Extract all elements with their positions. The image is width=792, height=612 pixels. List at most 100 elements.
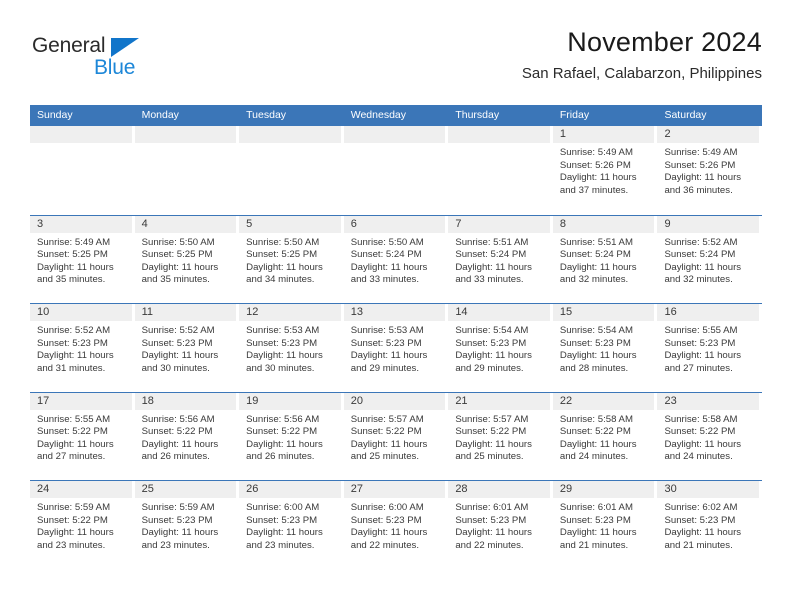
sunrise-text: Sunrise: 5:53 AM bbox=[350, 325, 424, 336]
sunrise-text: Sunrise: 5:50 AM bbox=[246, 236, 320, 248]
calendar-day-cell[interactable]: 20 Sunrise: 5:57 AM Sunset: 5:22 PM Dayligh… bbox=[343, 392, 449, 481]
sunset-text: Sunset: 5:25 PM bbox=[141, 249, 213, 261]
calendar-day-cell[interactable]: 29 Sunrise: 6:01 AM Sunset: 5:23 PM Dayligh… bbox=[552, 481, 658, 569]
daylight-text: Daylight: 11 hours and 25 minutes. bbox=[350, 438, 428, 463]
calendar-day-cell[interactable]: 19 Sunrise: 5:56 AM Sunset: 5:22 PM Dayligh… bbox=[239, 392, 344, 481]
sunrise-text: Sunrise: 5:50 AM bbox=[350, 236, 424, 248]
day-details: Sunrise: 5:53 AM Sunset: 5:23 PM Daylight:… bbox=[344, 321, 446, 375]
calendar-day-cell[interactable]: 13 Sunrise: 5:53 AM Sunset: 5:23 PM Dayligh… bbox=[343, 304, 449, 392]
calendar-day-cell[interactable]: 16 Sunrise: 5:55 AM Sunset: 5:23 PM Dayligh… bbox=[657, 304, 762, 392]
sunset-text: Sunset: 5:23 PM bbox=[141, 337, 213, 349]
day-number: 8 bbox=[552, 215, 655, 233]
day-number: 16 bbox=[657, 304, 760, 321]
calendar-day-cell[interactable]: 8 Sunrise: 5:51 AM Sunset: 5:24 PM Daylight… bbox=[552, 215, 658, 304]
daylight-text: Daylight: 11 hours and 33 minutes. bbox=[350, 261, 428, 286]
daylight-text: Daylight: 11 hours and 23 minutes. bbox=[141, 527, 219, 551]
calendar-day-cell[interactable]: 11 Sunrise: 5:52 AM Sunset: 5:23 PM Dayligh… bbox=[134, 304, 240, 392]
calendar-day-cell[interactable]: 21 Sunrise: 5:57 AM Sunset: 5:22 PM Dayligh… bbox=[448, 392, 553, 481]
day-details: Sunrise: 6:02 AM Sunset: 5:23 PM Daylight:… bbox=[657, 498, 759, 552]
calendar-weeks: 1 Sunrise: 5:49 AM Sunset: 5:26 PM Daylight… bbox=[30, 126, 762, 569]
day-number: 6 bbox=[343, 215, 446, 233]
calendar-day-cell[interactable]: 22 Sunrise: 5:58 AM Sunset: 5:22 PM Dayligh… bbox=[552, 392, 658, 481]
calendar-page: General Blue November 2024 San Rafael, C… bbox=[0, 0, 792, 612]
sunrise-text: Sunrise: 5:49 AM bbox=[37, 236, 111, 248]
day-number: 30 bbox=[657, 481, 760, 498]
day-details: Sunrise: 6:00 AM Sunset: 5:23 PM Daylight:… bbox=[239, 498, 341, 552]
day-number: 7 bbox=[448, 215, 550, 233]
calendar-week-row: 1 Sunrise: 5:49 AM Sunset: 5:26 PM Daylight… bbox=[30, 126, 762, 215]
day-details: Sunrise: 5:50 AM Sunset: 5:25 PM Daylight:… bbox=[135, 233, 237, 287]
day-number: 3 bbox=[30, 215, 132, 233]
calendar-day-cell[interactable]: 15 Sunrise: 5:54 AM Sunset: 5:23 PM Dayligh… bbox=[552, 304, 658, 392]
sunset-text: Sunset: 5:22 PM bbox=[455, 426, 527, 438]
day-details: Sunrise: 5:51 AM Sunset: 5:24 PM Daylight:… bbox=[448, 233, 550, 287]
daylight-text: Daylight: 11 hours and 23 minutes. bbox=[37, 527, 114, 551]
calendar-day-cell[interactable]: 30 Sunrise: 6:02 AM Sunset: 5:23 PM Dayligh… bbox=[657, 481, 762, 569]
day-number: 28 bbox=[448, 481, 550, 498]
calendar-day-cell[interactable]: 10 Sunrise: 5:52 AM Sunset: 5:23 PM Dayligh… bbox=[30, 304, 135, 392]
calendar-day-cell[interactable]: 6 Sunrise: 5:50 AM Sunset: 5:24 PM Daylight… bbox=[343, 215, 449, 304]
calendar-day-cell[interactable]: 27 Sunrise: 6:00 AM Sunset: 5:23 PM Dayligh… bbox=[343, 481, 449, 569]
day-number bbox=[343, 126, 446, 143]
day-number: 21 bbox=[448, 392, 550, 410]
day-details: Sunrise: 5:52 AM Sunset: 5:23 PM Daylight:… bbox=[135, 321, 237, 375]
day-number: 25 bbox=[134, 481, 237, 498]
sunset-text: Sunset: 5:23 PM bbox=[559, 514, 631, 526]
calendar-day-cell[interactable]: 17 Sunrise: 5:55 AM Sunset: 5:22 PM Dayligh… bbox=[30, 392, 135, 481]
day-number bbox=[30, 126, 132, 143]
calendar-day-cell[interactable]: 24 Sunrise: 5:59 AM Sunset: 5:22 PM Dayligh… bbox=[30, 481, 135, 569]
daylight-text: Daylight: 11 hours and 28 minutes. bbox=[559, 350, 637, 374]
day-details: Sunrise: 5:52 AM Sunset: 5:23 PM Daylight:… bbox=[30, 321, 132, 375]
day-number: 13 bbox=[343, 304, 446, 321]
day-details: Sunrise: 5:52 AM Sunset: 5:24 PM Daylight:… bbox=[657, 233, 759, 287]
calendar-day-cell[interactable]: 5 Sunrise: 5:50 AM Sunset: 5:25 PM Daylight… bbox=[239, 215, 344, 304]
calendar-day-cell-empty bbox=[30, 126, 135, 215]
calendar-day-cell[interactable]: 4 Sunrise: 5:50 AM Sunset: 5:25 PM Daylight… bbox=[134, 215, 240, 304]
sunrise-text: Sunrise: 6:01 AM bbox=[455, 502, 529, 513]
sunrise-text: Sunrise: 5:54 AM bbox=[455, 325, 529, 336]
sunrise-text: Sunrise: 5:52 AM bbox=[664, 236, 738, 248]
calendar-day-cell[interactable]: 12 Sunrise: 5:53 AM Sunset: 5:23 PM Dayligh… bbox=[239, 304, 344, 392]
weekday-header-monday: Monday bbox=[141, 109, 179, 121]
sunset-text: Sunset: 5:23 PM bbox=[141, 514, 213, 526]
day-number bbox=[239, 126, 341, 143]
day-number: 24 bbox=[30, 481, 132, 498]
day-details: Sunrise: 5:54 AM Sunset: 5:23 PM Daylight:… bbox=[553, 321, 655, 375]
weekday-header-tuesday: Tuesday bbox=[246, 109, 287, 121]
day-details: Sunrise: 5:58 AM Sunset: 5:22 PM Daylight:… bbox=[553, 410, 655, 464]
daylight-text: Daylight: 11 hours and 35 minutes. bbox=[141, 261, 219, 286]
day-details: Sunrise: 5:49 AM Sunset: 5:26 PM Daylight:… bbox=[553, 143, 655, 197]
page-title: November 2024 bbox=[567, 27, 762, 57]
day-number: 5 bbox=[239, 215, 341, 233]
calendar-week-row: 17 Sunrise: 5:55 AM Sunset: 5:22 PM Dayligh… bbox=[30, 391, 762, 481]
sunset-text: Sunset: 5:23 PM bbox=[455, 514, 527, 526]
sunrise-text: Sunrise: 5:54 AM bbox=[559, 325, 633, 336]
sunset-text: Sunset: 5:26 PM bbox=[559, 159, 631, 171]
day-details: Sunrise: 6:01 AM Sunset: 5:23 PM Daylight:… bbox=[448, 498, 550, 552]
calendar-day-cell[interactable]: 26 Sunrise: 6:00 AM Sunset: 5:23 PM Dayligh… bbox=[239, 481, 344, 569]
daylight-text: Daylight: 11 hours and 29 minutes. bbox=[455, 350, 532, 374]
calendar-day-cell[interactable]: 9 Sunrise: 5:52 AM Sunset: 5:24 PM Daylight… bbox=[657, 215, 762, 304]
calendar-day-cell[interactable]: 23 Sunrise: 5:58 AM Sunset: 5:22 PM Dayligh… bbox=[657, 392, 762, 481]
day-details: Sunrise: 5:59 AM Sunset: 5:22 PM Daylight:… bbox=[30, 498, 132, 552]
day-details: Sunrise: 5:53 AM Sunset: 5:23 PM Daylight:… bbox=[239, 321, 341, 375]
calendar-day-cell-empty bbox=[239, 126, 344, 215]
day-details: Sunrise: 5:55 AM Sunset: 5:22 PM Daylight:… bbox=[30, 410, 132, 464]
calendar-day-cell[interactable]: 28 Sunrise: 6:01 AM Sunset: 5:23 PM Dayligh… bbox=[448, 481, 553, 569]
day-number: 12 bbox=[239, 304, 341, 321]
sunrise-text: Sunrise: 5:51 AM bbox=[559, 236, 633, 248]
sunset-text: Sunset: 5:23 PM bbox=[559, 337, 631, 349]
daylight-text: Daylight: 11 hours and 31 minutes. bbox=[37, 350, 114, 374]
sunrise-text: Sunrise: 5:55 AM bbox=[37, 413, 111, 425]
title-block: November 2024 San Rafael, Calabarzon, Ph… bbox=[522, 26, 762, 86]
calendar-day-cell[interactable]: 25 Sunrise: 5:59 AM Sunset: 5:23 PM Dayligh… bbox=[134, 481, 240, 569]
calendar-day-cell[interactable]: 14 Sunrise: 5:54 AM Sunset: 5:23 PM Dayligh… bbox=[448, 304, 553, 392]
day-number: 17 bbox=[30, 392, 132, 410]
calendar-day-cell[interactable]: 3 Sunrise: 5:49 AM Sunset: 5:25 PM Daylight… bbox=[30, 215, 135, 304]
calendar-day-cell[interactable]: 18 Sunrise: 5:56 AM Sunset: 5:22 PM Dayligh… bbox=[134, 392, 240, 481]
calendar-day-cell[interactable]: 2 Sunrise: 5:49 AM Sunset: 5:26 PM Daylight… bbox=[657, 126, 762, 215]
calendar-day-cell[interactable]: 1 Sunrise: 5:49 AM Sunset: 5:26 PM Daylight… bbox=[552, 126, 658, 215]
calendar-day-cell[interactable]: 7 Sunrise: 5:51 AM Sunset: 5:24 PM Daylight… bbox=[448, 215, 553, 304]
daylight-text: Daylight: 11 hours and 32 minutes. bbox=[559, 261, 637, 286]
sunset-text: Sunset: 5:22 PM bbox=[559, 426, 631, 438]
